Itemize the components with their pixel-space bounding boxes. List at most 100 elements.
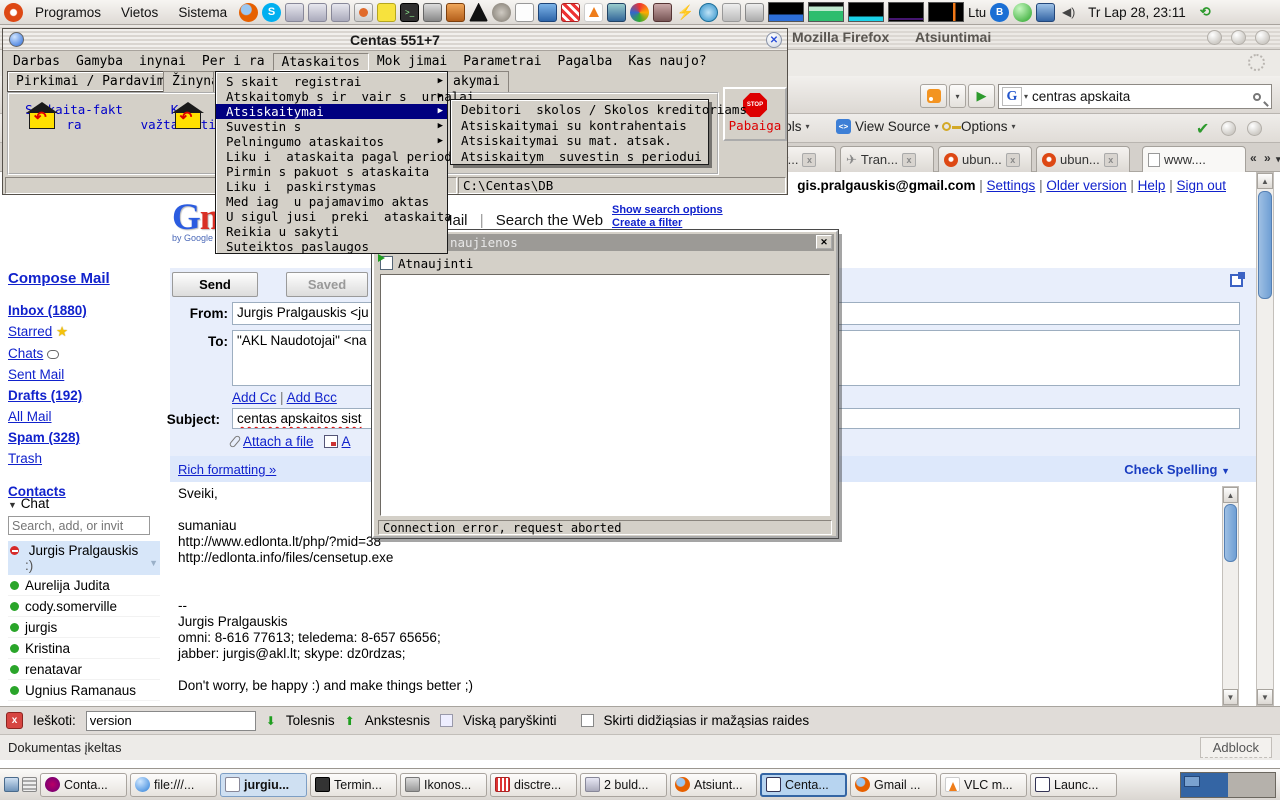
tab-close-icon[interactable]: x (1104, 153, 1118, 167)
chat-contact[interactable]: Aurelija Judita (8, 575, 160, 596)
scroll-down-icon[interactable]: ▼ (1223, 689, 1238, 705)
menu-zinynai[interactable]: inynai (131, 53, 194, 71)
amsn-app-icon[interactable] (630, 3, 649, 22)
menu-perziura[interactable]: Per i ra (194, 53, 273, 71)
highlight-all-button[interactable]: Viską paryškinti (463, 713, 557, 728)
search-icon[interactable] (1253, 93, 1261, 101)
sidebar-item-chats[interactable]: Chats (8, 346, 43, 361)
keyboard-layout-indicator[interactable]: Ltu (968, 5, 986, 20)
menu-gamyba[interactable]: Gamyba (68, 53, 131, 71)
scroll-up-icon[interactable]: ▲ (1223, 487, 1238, 503)
tab-scroll-left-icon[interactable]: « (1250, 151, 1257, 165)
browser-tab-active[interactable]: www.... (1142, 146, 1246, 172)
maximize-button[interactable] (1231, 30, 1246, 45)
close-find-icon[interactable]: x (6, 712, 23, 729)
chat-menu-icon[interactable]: ▼ (149, 558, 158, 568)
chat-contact[interactable]: jurgis (8, 617, 160, 638)
chat-search-input[interactable] (8, 516, 150, 535)
menu-item-selected[interactable]: Atsiskaitymai▶ (216, 104, 447, 119)
adblock-button[interactable]: Adblock (1200, 737, 1272, 758)
dictionary-app-icon[interactable] (446, 3, 465, 22)
scroll-down-icon[interactable]: ▼ (1257, 689, 1273, 705)
workspace-1[interactable] (1181, 773, 1228, 797)
battery-applet-icon[interactable] (745, 3, 764, 22)
terminal-launcher-icon[interactable]: >_ (400, 3, 419, 22)
scroll-up-icon[interactable]: ▲ (1257, 173, 1273, 189)
go-button[interactable]: ▶ (968, 84, 995, 108)
chevron-down-icon[interactable]: ▼ (8, 500, 17, 510)
new-window-icon[interactable] (1230, 274, 1243, 287)
notes-applet-icon[interactable] (22, 777, 37, 792)
invoice-button[interactable]: ↶ Sąskaita-fakt ra (21, 102, 127, 166)
dialog-close-button[interactable]: ✕ (816, 235, 832, 249)
show-desktop-icon[interactable] (4, 777, 19, 792)
submenu-item[interactable]: Atsiskaitym suvestin s periodui (451, 149, 708, 165)
menu-item[interactable]: Atskaitomyb s ir vair s urnalai▶ (216, 89, 447, 104)
search-web-tab[interactable]: Search the Web (496, 212, 603, 229)
menu-sistema[interactable]: Sistema (170, 3, 235, 22)
menu-darbas[interactable]: Darbas (5, 53, 68, 71)
taskbar-item-terminal[interactable]: Termin... (310, 773, 397, 797)
save-app-icon[interactable] (607, 3, 626, 22)
menu-item[interactable]: Suteiktos paslaugos (216, 239, 447, 254)
rich-formatting-link[interactable]: Rich formatting » (178, 462, 276, 477)
check-spelling-link[interactable]: Check Spelling ▼ (1124, 462, 1230, 477)
add-bcc-link[interactable]: Add Bcc (287, 390, 337, 405)
message-scrollbar[interactable]: ▲ ▼ (1222, 486, 1239, 706)
menu-item[interactable]: S skait registrai▶ (216, 74, 447, 89)
menu-kas-naujo[interactable]: Kas naujo? (620, 53, 714, 71)
help-link[interactable]: Help (1138, 178, 1166, 193)
sidebar-item-all-mail[interactable]: All Mail (8, 409, 52, 424)
find-next-button[interactable]: Tolesnis (286, 713, 335, 728)
add-cc-link[interactable]: Add Cc (232, 390, 276, 405)
taskbar-item-centas[interactable]: Centa... (760, 773, 847, 797)
view-source-button[interactable]: <>View Source▾ (836, 119, 939, 134)
bluetooth-icon[interactable]: B (990, 3, 1009, 22)
tab-close-icon[interactable]: x (902, 153, 916, 167)
chart-app-icon[interactable] (354, 3, 373, 22)
attach-file-link[interactable]: Attach a file (243, 434, 314, 449)
match-case-checkbox[interactable] (581, 714, 594, 727)
toolbar-orb-1[interactable] (1221, 121, 1236, 136)
network-monitor-icon[interactable] (1036, 3, 1055, 22)
scrollbar-thumb[interactable] (1258, 191, 1272, 299)
match-case-label[interactable]: Skirti didžiąsias ir mažąsias raides (604, 713, 810, 728)
chat-contact[interactable]: Ugnius Ramanaus (8, 680, 160, 701)
browser-tab[interactable]: ubun...x (1036, 146, 1130, 172)
ubuntu-logo-icon[interactable] (4, 3, 23, 22)
refresh-button[interactable]: Atnaujinti (398, 256, 473, 271)
submenu-item[interactable]: Atsiskaitymai su kontrahentais (451, 118, 708, 134)
menu-item[interactable]: Med iag u pajamavimo aktas (216, 194, 447, 209)
taskbar-item-gmail[interactable]: Gmail ... (850, 773, 937, 797)
chat-self-row[interactable]: Jurgis Pralgauskis :) ▼ (8, 541, 160, 575)
monitor-memory-graph[interactable] (808, 2, 844, 22)
menu-item[interactable]: Pelningumo ataskaitos▶ (216, 134, 447, 149)
drive-icon-3[interactable] (331, 3, 350, 22)
menu-mokejimai[interactable]: Mok jimai (369, 53, 455, 71)
tablet-applet-icon[interactable] (722, 3, 741, 22)
volume-icon[interactable]: ◀) (1059, 3, 1078, 22)
download-app-icon[interactable] (561, 3, 580, 22)
ok-check-icon[interactable]: ✔ (1196, 119, 1209, 139)
centas-close-button[interactable]: ✕ (766, 32, 782, 48)
browser-tab[interactable]: ubun...x (938, 146, 1032, 172)
menu-ataskaitos[interactable]: Ataskaitos (273, 53, 369, 71)
drive-icon-1[interactable] (285, 3, 304, 22)
monitor-cpu-graph[interactable] (768, 2, 804, 22)
taskbar-item-file[interactable]: file:///... (130, 773, 217, 797)
workspace-2[interactable] (1228, 773, 1275, 797)
monitor-load-graph[interactable] (928, 2, 964, 22)
engine-dropdown-icon[interactable]: ▾ (1024, 92, 1028, 101)
taskbar-item-launcher[interactable]: Launc... (1030, 773, 1117, 797)
submenu-item[interactable]: Debitori skolos / Skolos kreditoriams (451, 102, 708, 118)
chat-contact[interactable]: cody.somerville (8, 596, 160, 617)
page-scrollbar[interactable]: ▲ ▼ (1256, 172, 1274, 706)
menu-item[interactable]: Reikia u sakyti (216, 224, 447, 239)
session-logout-icon[interactable]: ⟲ (1196, 3, 1215, 22)
find-input[interactable] (86, 711, 256, 731)
browser-tab[interactable]: ✈Tran...x (840, 146, 934, 172)
sign-out-link[interactable]: Sign out (1176, 178, 1226, 193)
find-prev-button[interactable]: Ankstesnis (365, 713, 430, 728)
user-status-icon[interactable] (653, 3, 672, 22)
notes-app-icon[interactable] (377, 3, 396, 22)
